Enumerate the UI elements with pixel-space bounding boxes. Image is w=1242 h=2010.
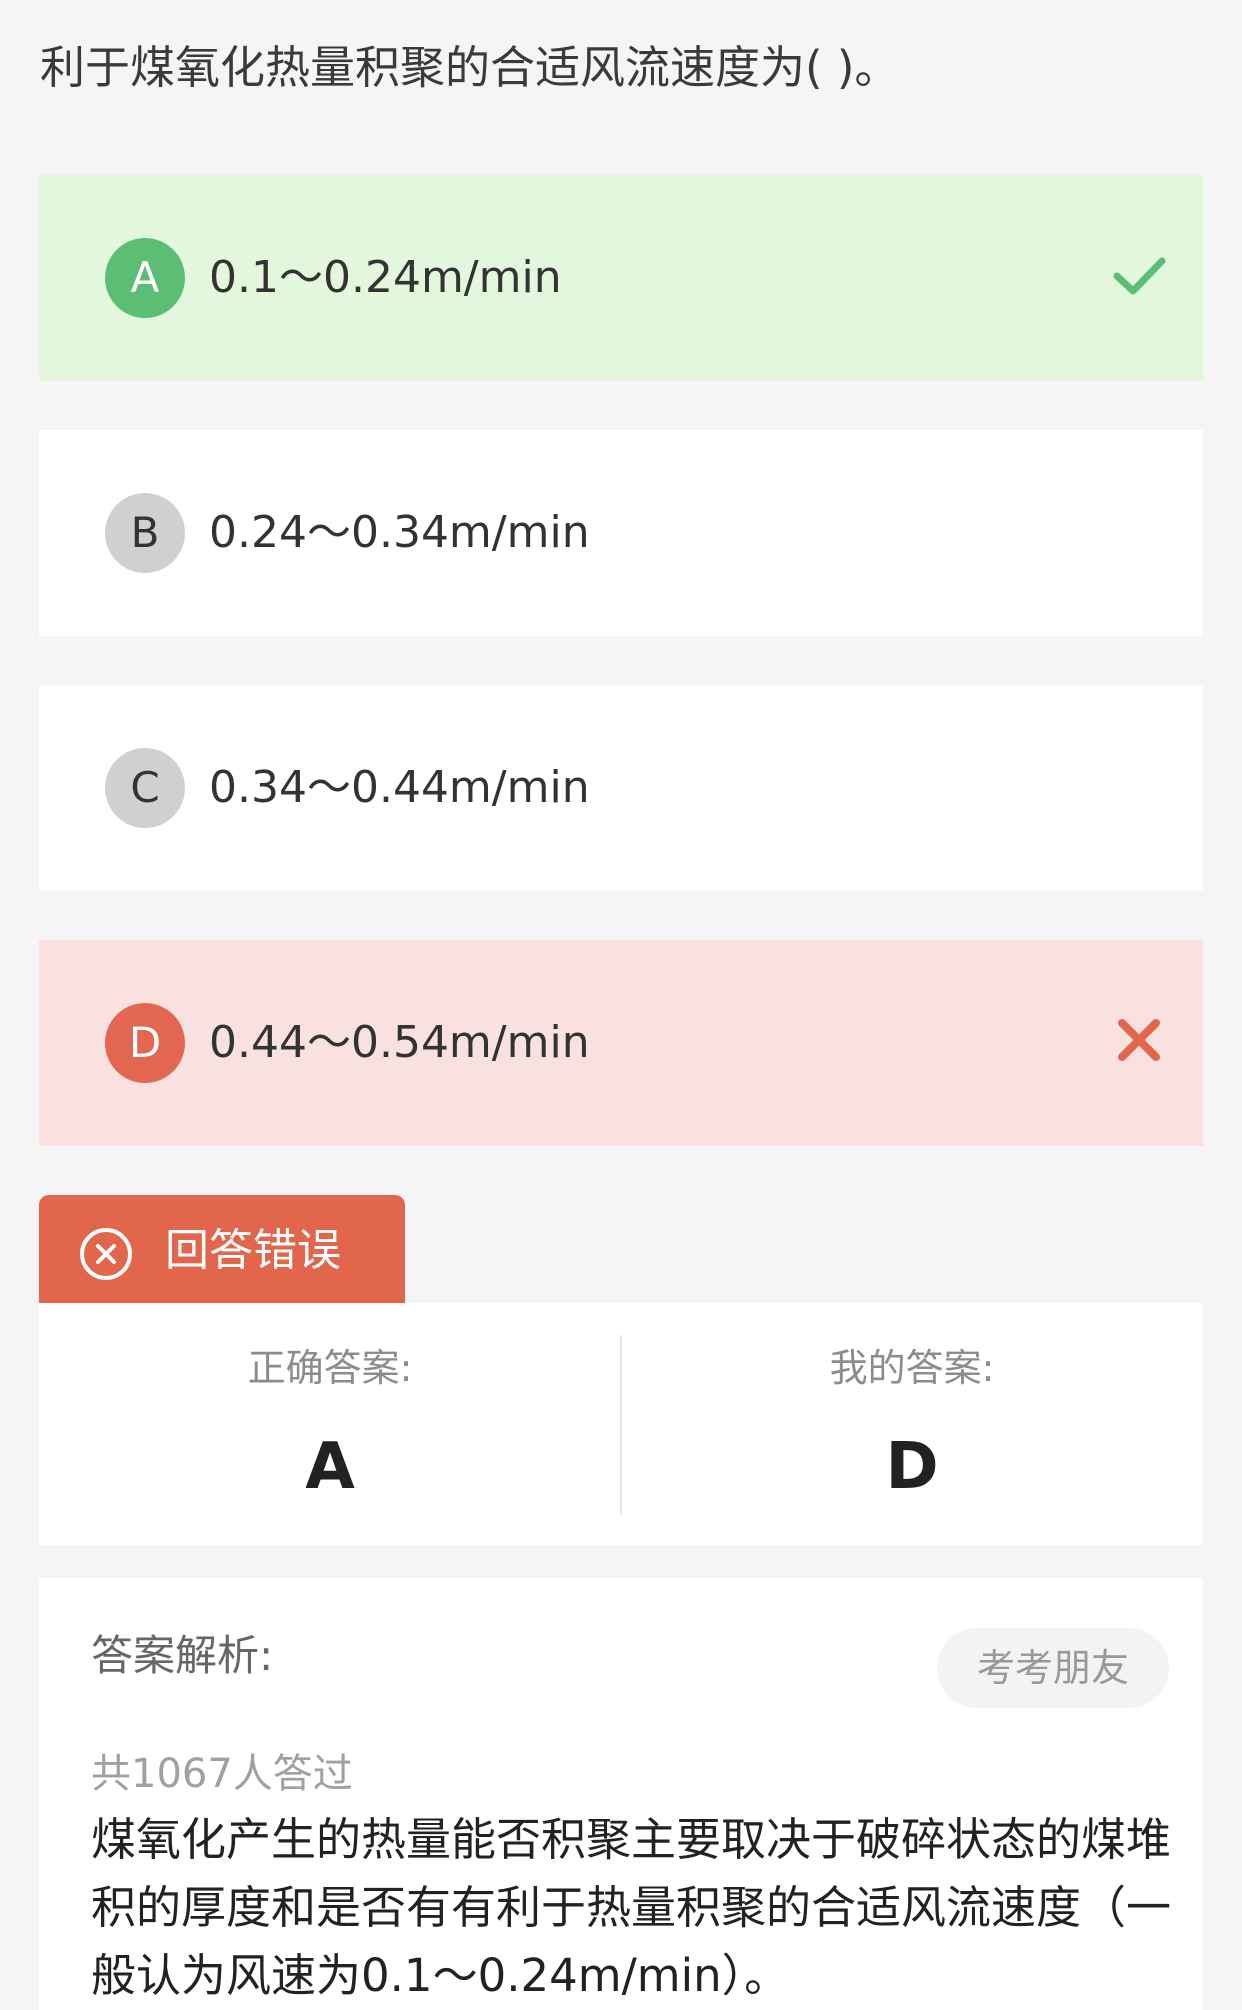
result-label: 回答错误 — [165, 1225, 341, 1276]
x-circle-icon — [80, 1228, 132, 1280]
option-text-a: 0.1～0.24m/min — [209, 252, 562, 303]
option-c[interactable]: C 0.34～0.44m/min — [39, 685, 1203, 891]
my-answer-caption: 我的答案: — [829, 1346, 995, 1390]
question-text: 利于煤氧化热量积聚的合适风流速度为( )。 — [40, 41, 900, 94]
option-letter-a: A — [105, 238, 185, 318]
check-icon — [1113, 257, 1166, 295]
option-d[interactable]: D 0.44～0.54m/min — [39, 940, 1203, 1146]
quiz-page: 利于煤氧化热量积聚的合适风流速度为( )。 A 0.1～0.24m/min B … — [0, 0, 1242, 2010]
cross-icon — [1118, 1019, 1160, 1061]
analysis-title: 答案解析: — [91, 1631, 274, 1680]
correct-answer: 正确答案: A — [39, 1303, 621, 1545]
my-answer: 我的答案: D — [621, 1303, 1203, 1545]
option-b[interactable]: B 0.24～0.34m/min — [39, 430, 1203, 636]
option-letter-c: C — [105, 748, 185, 828]
answer-summary: 正确答案: A 我的答案: D — [39, 1303, 1203, 1545]
result-badge: 回答错误 — [39, 1195, 405, 1303]
answer-count: 共1067人答过 — [91, 1751, 353, 1797]
option-a[interactable]: A 0.1～0.24m/min — [39, 175, 1203, 381]
option-letter-d: D — [105, 1003, 185, 1083]
correct-answer-caption: 正确答案: — [247, 1346, 413, 1390]
correct-answer-value: A — [305, 1430, 355, 1504]
my-answer-value: D — [885, 1430, 939, 1504]
analysis-text: 煤氧化产生的热量能否积聚主要取决于破碎状态的煤堆积的厚度和是否有有利于热量积聚的… — [91, 1813, 1172, 2002]
option-text-c: 0.34～0.44m/min — [209, 762, 590, 813]
option-letter-b: B — [105, 493, 185, 573]
analysis-panel: 答案解析: 考考朋友 共1067人答过 煤氧化产生的热量能否积聚主要取决于破碎状… — [39, 1578, 1203, 2010]
option-text-b: 0.24～0.34m/min — [209, 507, 590, 558]
option-text-d: 0.44～0.54m/min — [209, 1017, 590, 1068]
challenge-friend-button[interactable]: 考考朋友 — [937, 1628, 1169, 1708]
